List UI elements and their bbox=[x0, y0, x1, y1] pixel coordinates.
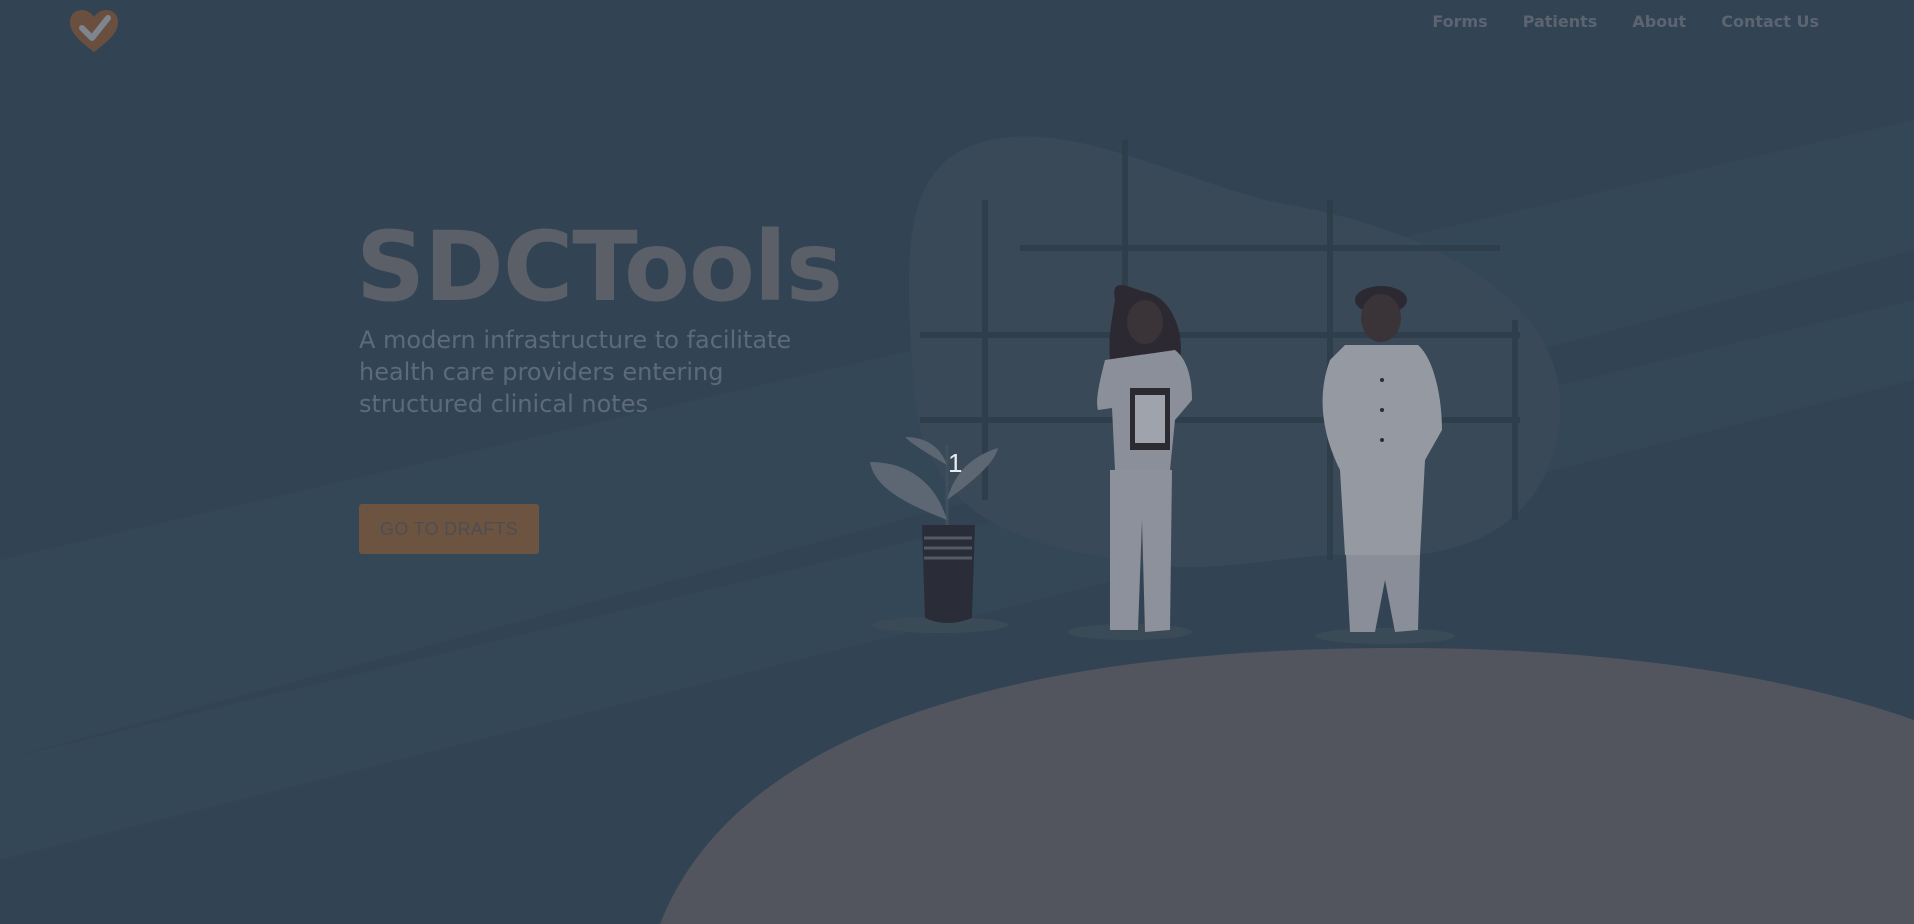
step-marker: 1 bbox=[948, 448, 963, 478]
